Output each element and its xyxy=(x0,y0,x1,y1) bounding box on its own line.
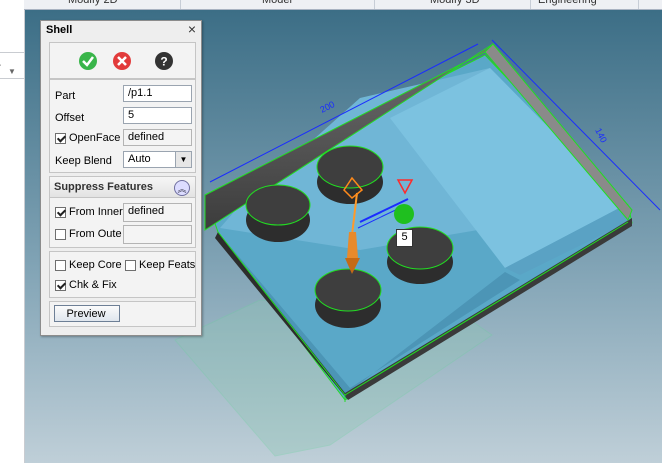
chk-fix-checkbox[interactable] xyxy=(55,280,66,291)
ribbon-tab-bar: Modify 2D Model Modify 3D Engineering xyxy=(24,0,662,10)
openface-label: OpenFace xyxy=(69,132,121,144)
suppress-features-header[interactable]: Suppress Features ︽ xyxy=(50,177,195,198)
chevron-down-icon[interactable]: ▼ xyxy=(175,152,191,167)
from-outer-field[interactable] xyxy=(123,225,192,244)
svg-text:?: ? xyxy=(160,55,167,69)
shell-dialog: Shell × ? Part /p1.1 Offset 5 OpenFace d… xyxy=(40,20,202,336)
tab-modify-2d[interactable]: Modify 2D xyxy=(62,0,181,9)
x-circle-icon xyxy=(113,52,131,70)
from-outer-checkbox[interactable] xyxy=(55,229,66,240)
left-panel-strip: ‐ ▼ xyxy=(0,0,25,463)
left-strip-divider xyxy=(0,78,24,79)
boss-top-left xyxy=(245,184,311,242)
offset-value-tag: 5 xyxy=(396,229,413,247)
help-button[interactable]: ? xyxy=(153,50,175,72)
left-strip-mark: ‐ xyxy=(0,60,1,71)
keep-feats-label: Keep Feats xyxy=(139,259,196,271)
tab-model[interactable]: Model xyxy=(256,0,375,9)
from-inner-label: From Inner xyxy=(69,206,123,218)
from-outer-label: From Oute xyxy=(69,228,122,240)
check-circle-icon xyxy=(79,52,97,70)
chk-fix-label: Chk & Fix xyxy=(69,279,117,291)
keep-blend-value: Auto xyxy=(128,153,151,165)
suppress-features-group: Suppress Features ︽ From Inner defined F… xyxy=(49,176,196,248)
tab-engineering[interactable]: Engineering xyxy=(532,0,639,9)
ok-button[interactable] xyxy=(77,50,99,72)
openface-field[interactable]: defined xyxy=(123,129,192,146)
left-strip-divider xyxy=(0,52,24,53)
offset-field[interactable]: 5 xyxy=(123,107,192,124)
dialog-title: Shell xyxy=(46,24,73,36)
keep-blend-select[interactable]: Auto ▼ xyxy=(123,151,192,168)
close-icon[interactable]: × xyxy=(188,22,196,36)
part-field[interactable]: /p1.1 xyxy=(123,85,192,102)
help-circle-icon: ? xyxy=(155,52,173,70)
from-inner-field[interactable]: defined xyxy=(123,203,192,222)
from-inner-checkbox[interactable] xyxy=(55,207,66,218)
options-group: Keep Core Keep Feats Chk & Fix xyxy=(49,251,196,298)
offset-label: Offset xyxy=(55,112,85,124)
keep-feats-checkbox[interactable] xyxy=(125,260,136,271)
tab-modify-3d[interactable]: Modify 3D xyxy=(424,0,531,9)
keep-core-label: Keep Core xyxy=(69,259,122,271)
suppress-features-title: Suppress Features xyxy=(54,181,154,193)
preview-group: Preview xyxy=(49,301,196,327)
part-label: Part xyxy=(55,90,76,102)
openface-checkbox[interactable] xyxy=(55,133,66,144)
preview-button[interactable]: Preview xyxy=(54,305,120,322)
boss-bottom-center xyxy=(314,268,382,328)
cancel-button[interactable] xyxy=(111,50,133,72)
keep-blend-label: Keep Blend xyxy=(55,155,112,167)
keep-core-checkbox[interactable] xyxy=(55,260,66,271)
dialog-toolbar: ? xyxy=(49,42,196,79)
collapse-chevron-up-icon[interactable]: ︽ xyxy=(174,180,190,196)
parameters-group: Part /p1.1 Offset 5 OpenFace defined Kee… xyxy=(49,79,196,173)
chevron-down-icon[interactable]: ▼ xyxy=(8,67,16,76)
